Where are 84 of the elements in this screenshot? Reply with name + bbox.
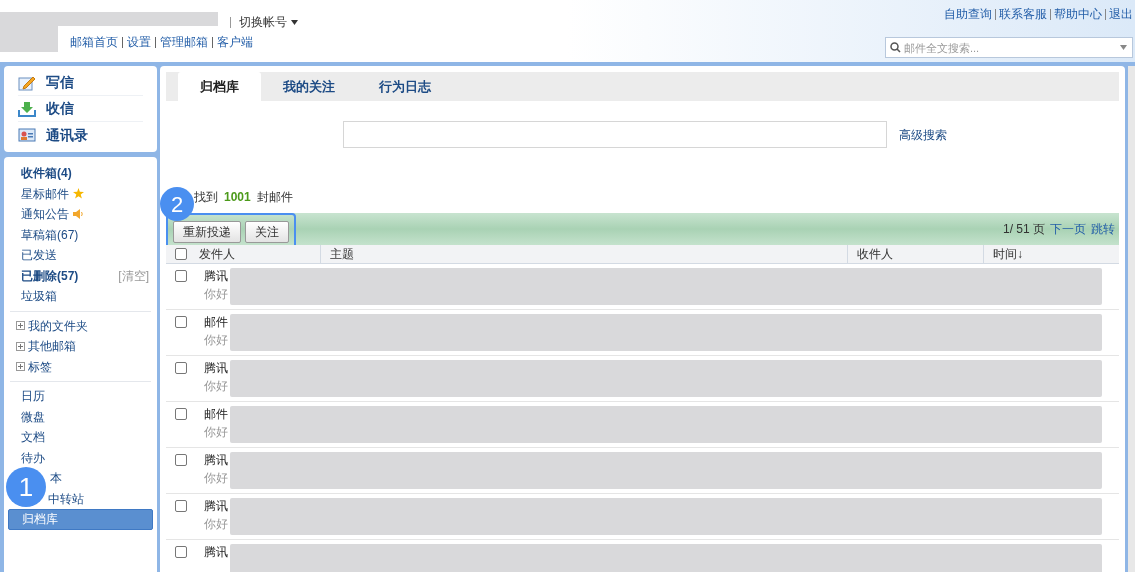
column-header[interactable]: 时间↓ — [983, 245, 1119, 263]
top-link[interactable]: 退出 — [1109, 5, 1133, 23]
step-badge: 1 — [6, 467, 46, 507]
header-link[interactable]: 管理邮箱 — [160, 33, 208, 51]
header-link[interactable]: 设置 — [127, 33, 151, 51]
row-checkbox[interactable] — [175, 408, 187, 420]
quick-action-button[interactable]: 写信 — [18, 70, 143, 96]
sender-text: 腾讯 — [204, 498, 228, 515]
preview-text: 你好 — [204, 470, 228, 487]
sender-text: 腾讯 — [204, 452, 228, 469]
folder-item[interactable]: 垃圾箱 — [21, 287, 57, 306]
page-indicator: 1/ 51 页 — [1002, 221, 1045, 238]
preview-text: 你好 — [204, 424, 228, 441]
row-checkbox[interactable] — [175, 500, 187, 512]
mail-row[interactable]: 邮件 你好 — [166, 310, 1119, 356]
top-link[interactable]: 帮助中心 — [1054, 5, 1102, 23]
mail-row[interactable]: 邮件 你好 — [166, 402, 1119, 448]
folder-group[interactable]: 其他邮箱 — [8, 336, 76, 357]
folder-item[interactable]: 星标邮件 — [21, 184, 84, 203]
app-item[interactable]: 微盘 — [21, 406, 45, 427]
header-link[interactable]: 客户端 — [217, 33, 253, 51]
tab[interactable]: 我的关注 — [261, 72, 357, 101]
header-link[interactable]: 邮箱首页 — [70, 33, 118, 51]
top-link[interactable]: 自助查询 — [944, 5, 992, 23]
folder-item[interactable]: 通知公告 — [21, 205, 84, 224]
step-badge: 2 — [160, 187, 194, 221]
speaker-icon — [73, 209, 84, 220]
pencil-icon — [18, 74, 36, 91]
folder-group[interactable]: 我的文件夹 — [8, 315, 88, 336]
mail-row[interactable]: 腾讯 你好 — [166, 494, 1119, 540]
column-header[interactable]: 主题 — [320, 245, 847, 263]
sender-text: 腾讯 — [204, 268, 228, 285]
app-item[interactable]: 中转站 — [48, 488, 84, 509]
column-header[interactable]: 发件人 — [198, 245, 320, 263]
preview-text: 你好 — [204, 516, 228, 533]
row-checkbox[interactable] — [175, 362, 187, 374]
app-item[interactable]: 本 — [50, 468, 62, 489]
sender-text: 腾讯 — [204, 360, 228, 377]
download-tray-icon — [18, 100, 36, 117]
caret-icon — [291, 19, 298, 25]
search-icon — [890, 42, 901, 53]
sender-text: 邮件 — [204, 406, 228, 423]
next-page-link[interactable]: 下一页 — [1050, 220, 1086, 238]
result-text: 封邮件 — [256, 189, 293, 206]
top-link[interactable]: 联系客服 — [999, 5, 1047, 23]
advanced-search-link[interactable]: 高级搜索 — [899, 125, 947, 144]
toolbar-button[interactable]: 重新投递 — [173, 221, 241, 243]
sender-text: 腾讯 — [204, 544, 228, 561]
switch-account-menu[interactable]: 切换帐号 — [239, 13, 298, 31]
jump-link[interactable]: 跳转 — [1091, 220, 1115, 238]
result-text: 找到 — [194, 189, 218, 206]
row-checkbox[interactable] — [175, 316, 187, 328]
mail-row[interactable]: 腾讯 — [166, 540, 1119, 572]
row-checkbox[interactable] — [175, 454, 187, 466]
star-icon — [73, 188, 84, 200]
result-count: 1001 — [224, 189, 251, 206]
row-checkbox[interactable] — [175, 546, 187, 558]
mail-row[interactable]: 腾讯 你好 — [166, 264, 1119, 310]
mail-row[interactable]: 腾讯 你好 — [166, 356, 1119, 402]
select-all-checkbox[interactable] — [175, 248, 187, 260]
dropdown-caret-icon[interactable] — [1120, 45, 1127, 50]
folder-item[interactable]: 已删除(57) — [21, 266, 79, 285]
column-header[interactable]: 收件人 — [847, 245, 983, 263]
tab[interactable]: 归档库 — [178, 72, 261, 101]
tab[interactable]: 行为日志 — [357, 72, 453, 101]
quick-action-button[interactable]: 收信 — [18, 96, 143, 122]
preview-text: 你好 — [204, 378, 228, 395]
archive-search-field[interactable] — [343, 121, 887, 148]
preview-text: 你好 — [204, 286, 228, 303]
folder-item[interactable]: 收件箱(4) — [21, 164, 72, 183]
mail-row[interactable]: 腾讯 你好 — [166, 448, 1119, 494]
toolbar-button[interactable]: 关注 — [245, 221, 289, 243]
row-checkbox[interactable] — [175, 270, 187, 282]
preview-text: 你好 — [204, 332, 228, 349]
contact-card-icon — [18, 127, 36, 143]
mail-search-field[interactable]: 邮件全文搜索... — [885, 37, 1133, 58]
folder-item[interactable]: 草稿箱(67) — [21, 225, 79, 244]
app-item[interactable]: 日历 — [21, 386, 45, 407]
folder-group[interactable]: 标签 — [8, 356, 52, 377]
app-item[interactable]: 待办 — [21, 447, 45, 468]
sender-text: 邮件 — [204, 314, 228, 331]
folder-item[interactable]: 已发送 — [21, 246, 57, 265]
quick-action-button[interactable]: 通讯录 — [18, 122, 143, 148]
app-item[interactable]: 文档 — [21, 427, 45, 448]
